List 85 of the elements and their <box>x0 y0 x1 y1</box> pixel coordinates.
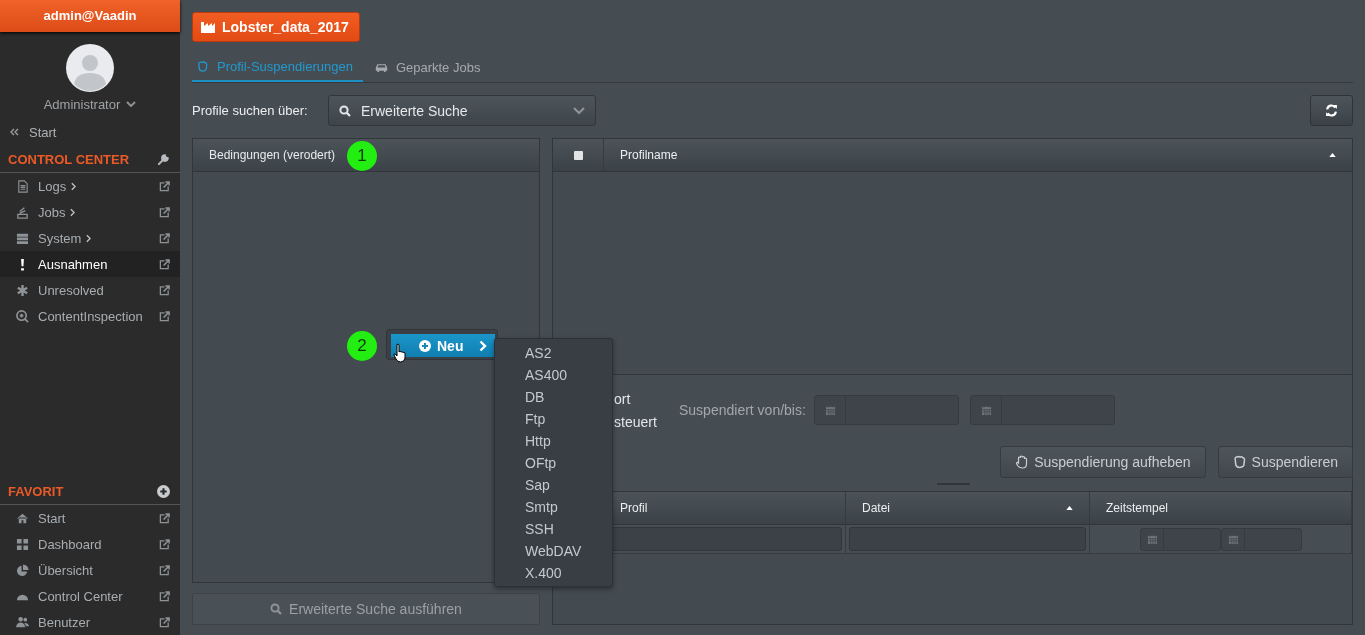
sidebar-item[interactable]: Benutzer <box>0 609 180 635</box>
external-link-icon[interactable] <box>159 616 170 628</box>
sidebar-item[interactable]: Start <box>0 505 180 531</box>
external-link-icon[interactable] <box>159 310 170 322</box>
menu-item[interactable]: WebDAV <box>495 540 612 562</box>
calendar-icon <box>824 404 836 416</box>
external-link-icon[interactable] <box>159 232 170 244</box>
plus-circle-icon <box>419 339 431 352</box>
user-name: admin@Vaadin <box>0 0 180 32</box>
column-header[interactable]: Zeitstempel <box>1090 492 1352 524</box>
pie-chart-icon <box>16 563 29 577</box>
external-link-icon[interactable] <box>159 590 170 602</box>
asterisk-icon <box>16 283 29 297</box>
refresh-button[interactable] <box>1310 95 1353 126</box>
date-field[interactable] <box>1140 527 1221 551</box>
external-link-icon[interactable] <box>159 284 170 296</box>
sidebar-item[interactable]: Ausnahmen <box>0 251 180 277</box>
radio-label[interactable]: ort <box>614 388 679 411</box>
hand-icon <box>1015 455 1029 469</box>
external-link-icon[interactable] <box>159 538 170 550</box>
refresh-icon <box>1325 104 1338 117</box>
section-title: FAVORIT <box>8 483 64 499</box>
wrench-icon[interactable] <box>157 152 170 166</box>
zoom-in-icon <box>16 309 29 323</box>
external-link-icon[interactable] <box>159 180 170 192</box>
section-title: CONTROL CENTER <box>8 151 130 167</box>
avatar-icon[interactable] <box>66 44 114 92</box>
tab[interactable]: Geparkte Jobs <box>370 52 491 82</box>
date-range-label: Suspendiert von/bis: <box>679 402 807 418</box>
sidebar-item[interactable]: ContentInspection <box>0 303 180 329</box>
external-link-icon[interactable] <box>159 206 170 218</box>
unsuspend-button[interactable]: Suspendierung aufheben <box>1000 446 1206 478</box>
search-mode-dropdown[interactable]: Erweiterte Suche <box>328 95 596 126</box>
chevron-right-icon <box>86 233 92 243</box>
double-chevron-left-icon[interactable] <box>9 128 19 136</box>
menu-item[interactable]: AS2 <box>495 342 612 364</box>
car-icon <box>374 61 388 73</box>
radio-label[interactable]: steuert <box>614 411 679 434</box>
panel-title: Bedingungen (verodert) <box>209 148 336 162</box>
sidebar-item[interactable]: Übersicht <box>0 557 180 583</box>
document-icon <box>16 179 29 193</box>
menu-item[interactable]: AS400 <box>495 364 612 386</box>
calendar-icon <box>980 404 992 416</box>
column-header[interactable]: Datei <box>846 492 1090 524</box>
chevron-down-icon <box>573 106 585 115</box>
menu-item[interactable]: Ftp <box>495 408 612 430</box>
select-all-checkbox[interactable] <box>573 150 583 160</box>
plus-circle-icon[interactable] <box>157 484 170 498</box>
sidebar-item[interactable]: Unresolved <box>0 277 180 303</box>
user-role[interactable]: Administrator <box>43 96 121 112</box>
factory-icon <box>201 21 215 33</box>
calendar-icon <box>1146 533 1158 545</box>
filter-field[interactable] <box>849 527 1086 551</box>
menu-item[interactable]: X.400 <box>495 562 612 584</box>
home-icon <box>16 511 29 525</box>
users-icon <box>16 615 29 629</box>
date-field[interactable] <box>814 395 959 425</box>
menu-item[interactable]: Http <box>495 430 612 452</box>
grid-icon <box>16 537 29 551</box>
chevron-right-icon <box>70 207 76 217</box>
chevron-right-icon <box>71 181 77 191</box>
menu-item[interactable]: OFtp <box>495 452 612 474</box>
date-field[interactable] <box>970 395 1115 425</box>
date-field[interactable] <box>1221 527 1302 551</box>
sidebar-item[interactable]: Dashboard <box>0 531 180 557</box>
back-link[interactable]: Start <box>29 124 57 140</box>
calendar-icon <box>1227 533 1239 545</box>
search-icon <box>339 104 351 117</box>
server-icon <box>16 231 29 245</box>
suspend-button[interactable]: Suspendieren <box>1217 446 1353 478</box>
external-link-icon[interactable] <box>159 258 170 270</box>
new-condition-button[interactable]: Neu <box>391 334 495 357</box>
sidebar-item[interactable]: Jobs <box>0 199 180 225</box>
menu-item[interactable]: DB <box>495 386 612 408</box>
chevron-down-icon[interactable] <box>126 101 137 107</box>
sidebar-item[interactable]: System <box>0 225 180 251</box>
chevron-right-icon <box>479 339 487 352</box>
sidebar-item[interactable]: Logs <box>0 173 180 199</box>
organization-button[interactable]: Lobster_data_2017 <box>192 12 360 42</box>
external-link-icon[interactable] <box>159 512 170 524</box>
search-icon <box>270 603 283 615</box>
sidebar-item[interactable]: Control Center <box>0 583 180 609</box>
external-link-icon[interactable] <box>159 564 170 576</box>
search-label: Profile suchen über: <box>192 103 309 118</box>
hand-cursor-icon <box>393 343 407 363</box>
